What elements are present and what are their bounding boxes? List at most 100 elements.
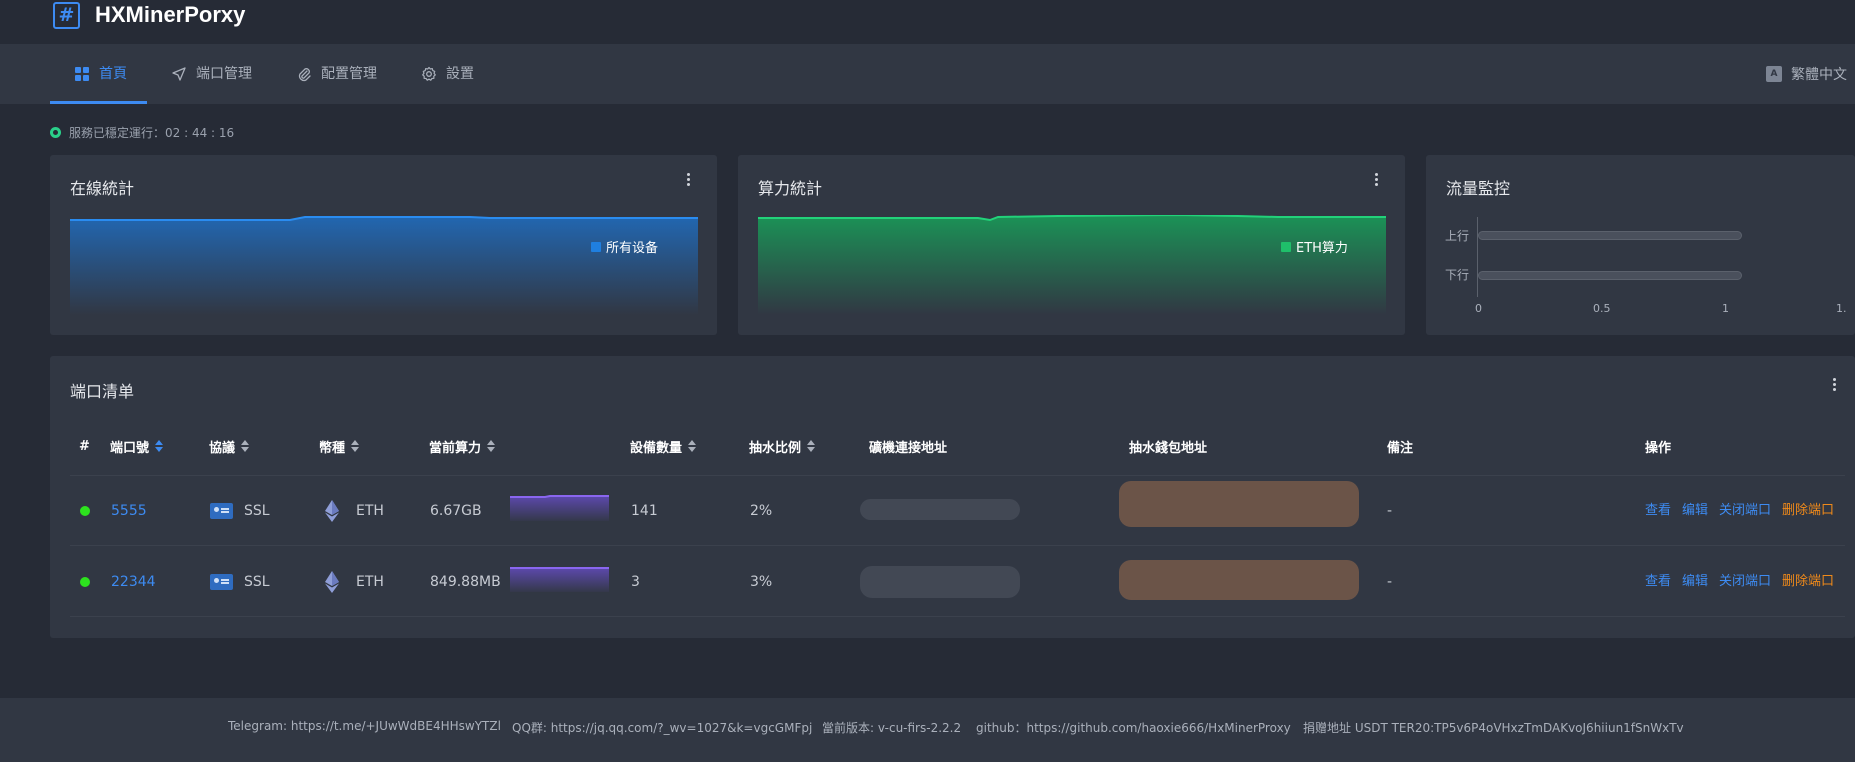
- view-button[interactable]: 查看: [1645, 572, 1671, 592]
- nav-item-label: 首頁: [99, 66, 127, 82]
- github-link[interactable]: github：https://github.com/haoxie666/HxMi…: [976, 719, 1291, 736]
- x-tick: 1: [1722, 302, 1729, 315]
- actions-cell: 查看 编辑 关闭端口 删除端口: [1645, 501, 1845, 521]
- close-port-button[interactable]: 关闭端口: [1719, 572, 1771, 592]
- redacted-wallet-address: [1119, 481, 1359, 527]
- col-header-miner-address: 礦機連接地址: [869, 440, 948, 456]
- sort-icon[interactable]: [487, 440, 496, 452]
- qq-group-link[interactable]: QQ群: https://jq.qq.com/?_wv=1027&k=vgcGM…: [512, 719, 812, 736]
- note-cell: -: [1387, 574, 1393, 590]
- hashrate-value: 849.88MB: [430, 574, 501, 590]
- telegram-link[interactable]: Telegram: https://t.me/+JUwWdBE4HHswYTZl: [228, 719, 501, 733]
- coin-cell: ETH: [325, 571, 384, 593]
- upstream-label: 上行: [1445, 229, 1470, 243]
- chart-legend: 所有设备: [591, 237, 658, 256]
- online-status-dot: [80, 506, 90, 516]
- card-title: 端口清单: [70, 382, 135, 401]
- downstream-bar: [1478, 271, 1742, 280]
- sort-icon[interactable]: [688, 440, 697, 452]
- sort-icon[interactable]: [155, 440, 164, 452]
- x-tick: 0: [1475, 302, 1482, 315]
- edit-button[interactable]: 编辑: [1682, 572, 1708, 592]
- nav-item-home[interactable]: 首頁: [74, 44, 127, 104]
- row-divider: [70, 545, 1845, 546]
- more-icon[interactable]: [1375, 173, 1379, 188]
- sort-icon[interactable]: [807, 440, 816, 452]
- protocol-cell: SSL: [210, 501, 270, 521]
- more-icon[interactable]: [1833, 378, 1837, 393]
- col-header-label: 端口號: [110, 440, 150, 456]
- row-divider: [70, 616, 1845, 617]
- col-header-coin[interactable]: 幣種: [319, 436, 360, 456]
- col-header-note: 備注: [1387, 440, 1414, 456]
- sort-icon[interactable]: [351, 440, 360, 452]
- coin-cell: ETH: [325, 500, 384, 522]
- nav-item-label: 配置管理: [321, 66, 377, 82]
- hashrate-sparkline: [510, 495, 609, 521]
- col-header-label: 幣種: [319, 440, 346, 456]
- col-header-wallet-address: 抽水錢包地址: [1129, 440, 1208, 456]
- more-icon[interactable]: [687, 173, 691, 188]
- actions-cell: 查看 编辑 关闭端口 删除端口: [1645, 572, 1845, 592]
- translate-icon: A: [1766, 66, 1782, 82]
- redacted-wallet-address: [1119, 560, 1359, 600]
- protocol-label: SSL: [244, 574, 270, 590]
- edit-button[interactable]: 编辑: [1682, 501, 1708, 521]
- online-status-dot: [80, 577, 90, 587]
- note-cell: -: [1387, 503, 1393, 519]
- online-stats-card: 在線統計 所有设备: [50, 155, 717, 335]
- nav-item-settings[interactable]: 設置: [421, 44, 474, 104]
- card-title: 算力統計: [758, 179, 823, 198]
- app-header: # HXMinerPorxy: [0, 0, 1855, 44]
- port-link[interactable]: 22344: [111, 572, 156, 592]
- nav-item-config[interactable]: 配置管理: [296, 44, 377, 104]
- coin-label: ETH: [356, 503, 384, 519]
- uptime-text: 服務已穩定運行：02 : 44 : 16: [69, 126, 235, 140]
- col-header-actions: 操作: [1645, 440, 1672, 456]
- delete-port-button[interactable]: 删除端口: [1782, 572, 1834, 592]
- footer: Telegram: https://t.me/+JUwWdBE4HHswYTZl…: [0, 698, 1855, 762]
- row-divider: [70, 475, 1845, 476]
- donate-address: 捐赠地址 USDT TER20:TP5v6P4oVHxzTmDAKvoJ6hii…: [1303, 721, 1684, 735]
- view-button[interactable]: 查看: [1645, 501, 1671, 521]
- ethereum-icon: [325, 571, 339, 593]
- col-header-label: 設備數量: [630, 440, 683, 456]
- online-chart: [70, 216, 698, 315]
- nav-active-indicator: [50, 101, 147, 104]
- protocol-label: SSL: [244, 503, 270, 519]
- col-header-protocol[interactable]: 協議: [209, 436, 250, 456]
- protocol-cell: SSL: [210, 572, 270, 592]
- ssl-icon: [210, 574, 233, 590]
- x-tick: 1.: [1836, 302, 1847, 315]
- downstream-label: 下行: [1445, 268, 1470, 282]
- hashrate-chart: [758, 215, 1386, 315]
- language-switcher[interactable]: A 繁體中文: [1766, 44, 1847, 104]
- send-icon: [172, 67, 186, 81]
- traffic-monitor-card: 流量監控 上行 下行 0 0.5 1 1.: [1426, 155, 1855, 335]
- col-header-port[interactable]: 端口號: [110, 436, 164, 456]
- nav-item-ports[interactable]: 端口管理: [171, 44, 252, 104]
- col-header-fee[interactable]: 抽水比例: [749, 436, 816, 456]
- logo-icon: #: [53, 2, 80, 29]
- col-header-devices[interactable]: 設備數量: [630, 436, 697, 456]
- redacted-miner-address: [860, 566, 1020, 598]
- legend-swatch: [591, 241, 601, 252]
- delete-port-button[interactable]: 删除端口: [1782, 501, 1834, 521]
- fee-ratio: 2%: [750, 503, 773, 519]
- hashrate-sparkline: [510, 567, 609, 592]
- hashrate-value: 6.67GB: [430, 503, 482, 519]
- legend-swatch: [1281, 241, 1291, 252]
- col-header-index: #: [79, 438, 90, 454]
- port-link[interactable]: 5555: [111, 501, 147, 521]
- fee-ratio: 3%: [750, 574, 773, 590]
- card-title: 流量監控: [1446, 179, 1511, 198]
- close-port-button[interactable]: 关闭端口: [1719, 501, 1771, 521]
- nav-item-label: 設置: [446, 66, 474, 82]
- col-header-label: 當前算力: [429, 440, 482, 456]
- hashrate-stats-card: 算力統計 ETH算力: [738, 155, 1405, 335]
- coin-label: ETH: [356, 574, 384, 590]
- legend-label: 所有设备: [606, 241, 659, 256]
- col-header-hashrate[interactable]: 當前算力: [429, 436, 496, 456]
- sort-icon[interactable]: [241, 440, 250, 452]
- uptime-icon: [50, 127, 61, 138]
